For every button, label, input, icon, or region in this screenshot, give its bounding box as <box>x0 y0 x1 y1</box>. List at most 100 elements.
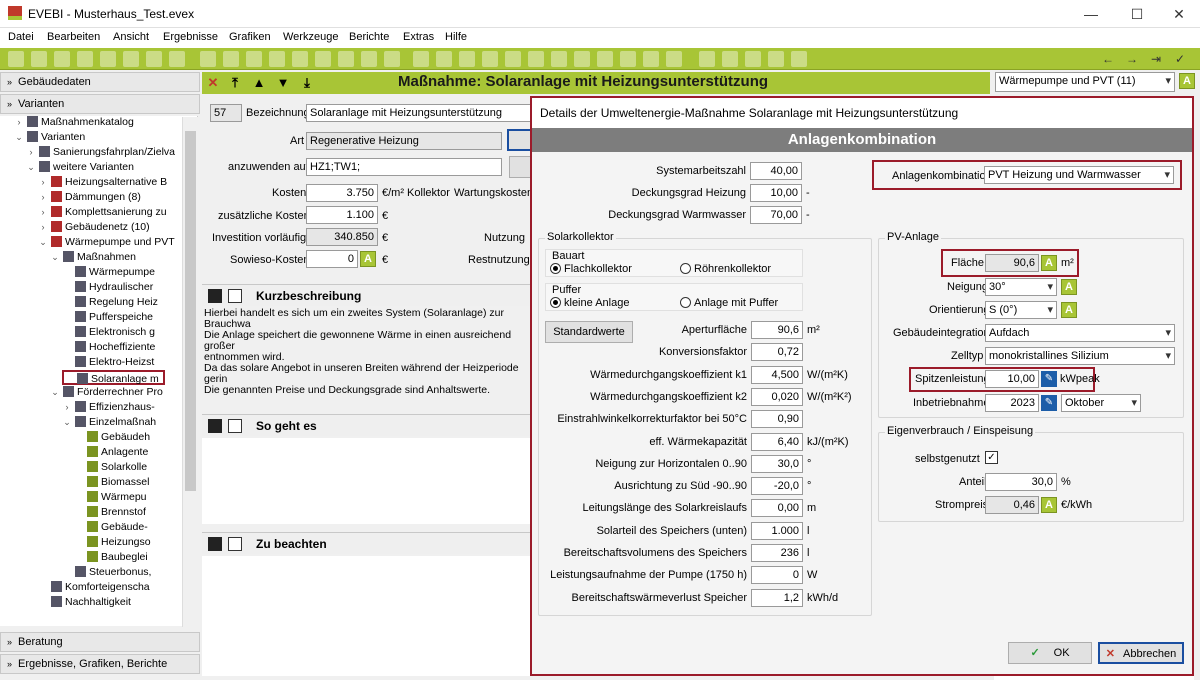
a-icon[interactable]: A <box>1061 302 1077 318</box>
kosten-input[interactable]: 3.750 <box>306 184 378 202</box>
tree-item[interactable]: Pufferspeiche <box>62 310 153 325</box>
anteil-input[interactable]: 30,0 <box>985 473 1057 491</box>
a-icon[interactable]: A <box>1041 255 1057 271</box>
import-icon[interactable] <box>100 51 116 67</box>
save-icon[interactable] <box>54 51 70 67</box>
expand-icon[interactable]: › <box>38 175 48 190</box>
so-geht-es-text[interactable] <box>202 438 532 524</box>
redo-icon[interactable] <box>200 51 216 67</box>
tree-item[interactable]: Komforteigenscha <box>38 580 150 595</box>
solar-icon[interactable] <box>505 51 521 67</box>
expand-icon[interactable]: ⌄ <box>50 385 60 400</box>
save-icon[interactable] <box>208 289 222 303</box>
a-icon[interactable]: A <box>360 251 376 267</box>
anwenden-button[interactable] <box>509 156 532 178</box>
sigma-icon[interactable] <box>315 51 331 67</box>
param-input[interactable]: 236 <box>751 544 803 562</box>
calc-icon[interactable] <box>699 51 715 67</box>
expand-icon[interactable]: › <box>62 400 72 415</box>
house-icon[interactable] <box>597 51 613 67</box>
menu-item-ergebnisse[interactable]: Ergebnisse <box>163 31 218 43</box>
tree-item[interactable]: ⌄ Varianten <box>14 130 85 145</box>
expand-icon[interactable]: › <box>38 205 48 220</box>
ok-button[interactable]: ✓ OK <box>1008 642 1092 664</box>
report-icon[interactable] <box>338 51 354 67</box>
kombi-select[interactable]: PVT Heizung und Warmwasser <box>984 166 1174 184</box>
param-input[interactable]: 4,500 <box>751 365 803 384</box>
gear-icon[interactable] <box>482 51 498 67</box>
value-input[interactable]: 10,00 <box>750 184 802 202</box>
copy-icon[interactable] <box>228 537 242 551</box>
tree-item[interactable]: › Dämmungen (8) <box>38 190 141 205</box>
open-icon[interactable] <box>31 51 47 67</box>
description-text[interactable]: Hierbei handelt es sich um ein zweites S… <box>204 308 532 396</box>
param-input[interactable]: 1,2 <box>751 588 803 607</box>
wall-icon[interactable] <box>643 51 659 67</box>
art-edit-button[interactable] <box>507 129 532 151</box>
anwenden-input[interactable]: HZ1;TW1; <box>306 158 502 176</box>
menu-item-ansicht[interactable]: Ansicht <box>113 31 149 43</box>
close-window-icon[interactable]: ✕ <box>1156 2 1200 26</box>
variant-select[interactable]: Wärmepumpe und PVT (11) <box>995 72 1175 92</box>
expand-icon[interactable]: › <box>14 116 24 130</box>
plug-icon[interactable] <box>574 51 590 67</box>
param-input[interactable]: 0,72 <box>751 343 803 362</box>
neigung-select[interactable]: 30° <box>985 278 1057 296</box>
sun-icon[interactable] <box>528 51 544 67</box>
maximize-icon[interactable]: ☐ <box>1114 2 1160 26</box>
param-input[interactable]: 0,020 <box>751 387 803 406</box>
help-icon[interactable] <box>768 51 784 67</box>
tree-item[interactable]: › Komplettsanierung zu <box>38 205 167 220</box>
layout-icon[interactable] <box>745 51 761 67</box>
undo-icon[interactable] <box>169 51 185 67</box>
export-icon[interactable] <box>123 51 139 67</box>
wand-icon[interactable] <box>223 51 239 67</box>
orientierung-select[interactable]: S (0°) <box>985 301 1057 319</box>
menu-item-bearbeiten[interactable]: Bearbeiten <box>47 31 100 43</box>
menu-item-werkzeuge[interactable]: Werkzeuge <box>283 31 338 43</box>
expand-icon[interactable]: ⌄ <box>26 160 36 175</box>
cancel-button[interactable]: ✕ Abbrechen <box>1098 642 1184 664</box>
zu-beachten-text[interactable] <box>202 556 532 676</box>
move-bottom-icon[interactable]: ⤓ <box>300 76 314 90</box>
tree-item[interactable]: Wärmepu <box>74 490 147 505</box>
zelltyp-select[interactable]: monokristallines Silizium <box>985 347 1175 365</box>
tree-item[interactable]: › Sanierungsfahrplan/Zielva <box>26 145 175 160</box>
tree-item[interactable]: Solarkolle <box>74 460 147 475</box>
tree-item[interactable]: Wärmepumpe <box>62 265 155 280</box>
move-top-icon[interactable]: ⤒ <box>228 76 242 90</box>
tree-item[interactable]: Gebäudeh <box>74 430 150 445</box>
tree-item[interactable]: › Maßnahmenkatalog <box>14 116 134 130</box>
tree-item[interactable]: ⌄ weitere Varianten <box>26 160 134 175</box>
tree-item[interactable]: Regelung Heiz <box>62 295 158 310</box>
value-input[interactable]: 70,00 <box>750 206 802 224</box>
arrow-left-icon[interactable]: ← <box>1100 51 1116 67</box>
a-icon[interactable]: A <box>1061 279 1077 295</box>
tree-item[interactable]: Brennstof <box>74 505 146 520</box>
scheme-icon[interactable] <box>146 51 162 67</box>
spitzenleistung-input[interactable]: 10,00 <box>985 370 1039 388</box>
menu-item-grafiken[interactable]: Grafiken <box>229 31 271 43</box>
tree-item[interactable]: Anlagente <box>74 445 148 460</box>
param-input[interactable]: 1.000 <box>751 521 803 540</box>
menu-item-berichte[interactable]: Berichte <box>349 31 389 43</box>
report2-icon[interactable] <box>361 51 377 67</box>
save-icon[interactable] <box>208 537 222 551</box>
exit-icon[interactable]: ⇥ <box>1148 51 1164 67</box>
chart-icon[interactable] <box>436 51 452 67</box>
tree-item[interactable]: ⌄ Maßnahmen <box>50 250 136 265</box>
expand-icon[interactable]: ⌄ <box>62 415 72 430</box>
tree-item[interactable]: Elektronisch g <box>62 325 155 340</box>
menu-item-extras[interactable]: Extras <box>403 31 434 43</box>
sum-icon[interactable] <box>292 51 308 67</box>
roehren-radio[interactable]: Röhrenkollektor <box>680 263 771 275</box>
table-icon[interactable] <box>666 51 682 67</box>
move-up-icon[interactable]: ▲ <box>252 76 266 90</box>
pen-icon[interactable]: ✎ <box>1041 395 1057 411</box>
param-input[interactable]: 30,0 <box>751 454 803 473</box>
panel-ergebnisse[interactable]: » Ergebnisse, Grafiken, Berichte <box>0 654 200 674</box>
bezeichnung-input[interactable]: Solaranlage mit Heizungsunterstützung <box>306 104 532 122</box>
expand-icon[interactable]: › <box>38 220 48 235</box>
search-icon[interactable] <box>384 51 400 67</box>
tree-item[interactable]: ⌄ Einzelmaßnah <box>62 415 156 430</box>
